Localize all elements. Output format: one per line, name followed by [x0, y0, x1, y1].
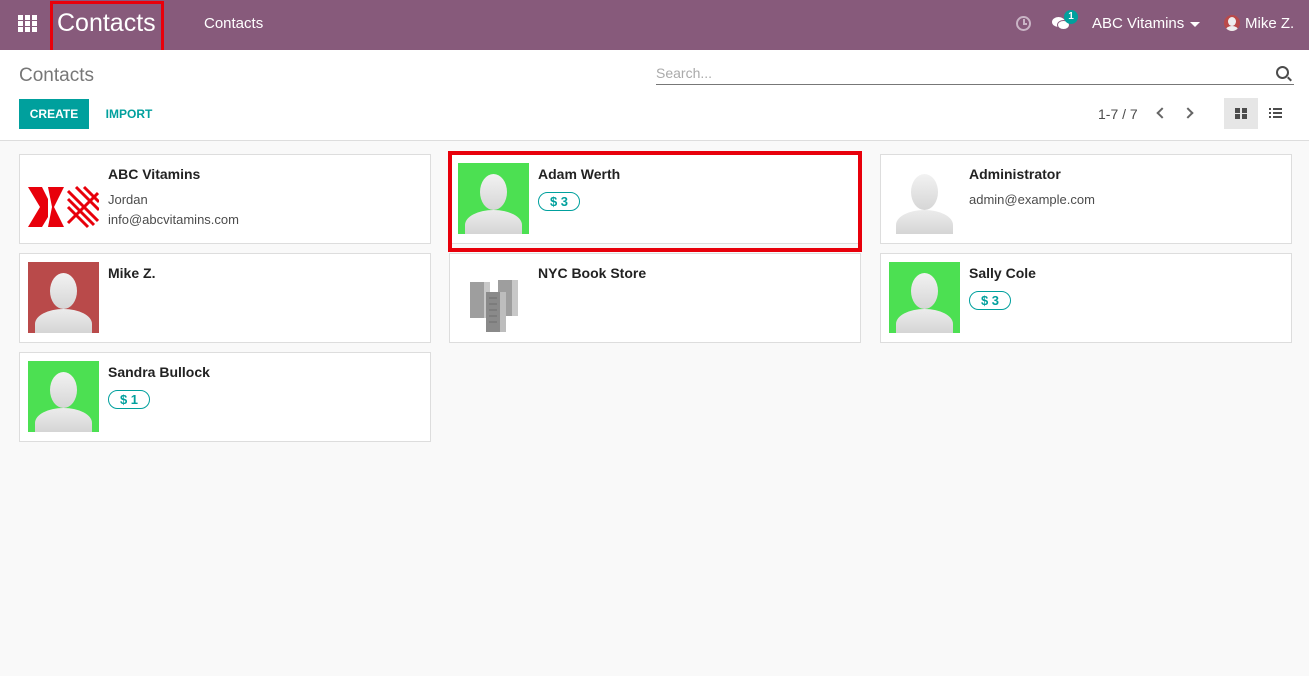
chat-count-badge: 1	[1064, 10, 1078, 24]
list-view-button[interactable]	[1258, 98, 1292, 129]
avatar	[28, 361, 99, 432]
contact-person: Jordan	[108, 192, 148, 207]
user-menu[interactable]: Mike Z.	[1224, 15, 1294, 32]
contact-name: Sally Cole	[969, 265, 1036, 281]
search-icon[interactable]	[1276, 66, 1289, 79]
activity-clock-icon[interactable]	[1016, 16, 1031, 31]
contact-name: ABC Vitamins	[108, 166, 201, 182]
sales-count-badge[interactable]: $ 1	[108, 390, 150, 409]
sales-count-badge[interactable]: $ 3	[538, 192, 580, 211]
company-name: ABC Vitamins	[1092, 15, 1185, 32]
user-avatar	[1224, 15, 1240, 31]
create-button[interactable]: CREATE	[19, 99, 89, 129]
contact-card-abc-vitamins[interactable]: ABC Vitamins Jordan info@abcvitamins.com	[19, 154, 431, 244]
import-button[interactable]: IMPORT	[98, 99, 160, 129]
contact-name: Sandra Bullock	[108, 364, 210, 380]
contact-name: Administrator	[969, 166, 1061, 182]
contact-card-sandra-bullock[interactable]: Sandra Bullock $ 1	[19, 352, 431, 442]
building-icon	[458, 262, 529, 333]
avatar	[458, 163, 529, 234]
search-input[interactable]	[656, 63, 1266, 83]
contact-card-adam-werth[interactable]: Adam Werth $ 3	[449, 154, 861, 244]
pager-next-icon[interactable]	[1182, 107, 1194, 119]
search-bar	[656, 63, 1294, 85]
contact-email: info@abcvitamins.com	[108, 212, 239, 227]
company-logo	[28, 163, 99, 234]
company-switcher[interactable]: ABC Vitamins	[1092, 15, 1201, 32]
contact-name: Mike Z.	[108, 265, 156, 281]
brand-highlight-box	[50, 1, 164, 55]
avatar	[889, 262, 960, 333]
contact-card-administrator[interactable]: Administrator admin@example.com	[880, 154, 1292, 244]
avatar	[889, 163, 960, 234]
contact-card-sally-cole[interactable]: Sally Cole $ 3	[880, 253, 1292, 343]
user-name: Mike Z.	[1245, 15, 1295, 32]
contact-name: NYC Book Store	[538, 265, 647, 281]
contact-name: Adam Werth	[538, 166, 621, 182]
sales-count-badge[interactable]: $ 3	[969, 291, 1011, 310]
caret-down-icon	[1190, 21, 1201, 27]
avatar	[28, 262, 99, 333]
kanban-view-button[interactable]	[1224, 98, 1258, 129]
pager-previous-icon[interactable]	[1156, 107, 1168, 119]
contact-card-nyc-book-store[interactable]: NYC Book Store	[449, 253, 861, 343]
menu-item-contacts[interactable]: Contacts	[204, 15, 263, 32]
control-panel: Contacts CREATE IMPORT 1-7 / 7	[0, 50, 1309, 141]
pager-value[interactable]: 1-7 / 7	[1098, 106, 1138, 122]
breadcrumb: Contacts	[19, 65, 94, 86]
apps-menu-icon[interactable]	[18, 15, 38, 33]
contact-email: admin@example.com	[969, 192, 1095, 207]
contact-card-mike-z[interactable]: Mike Z.	[19, 253, 431, 343]
top-navbar: Contacts Contacts 1 ABC Vitamins Mike Z.	[0, 0, 1309, 50]
